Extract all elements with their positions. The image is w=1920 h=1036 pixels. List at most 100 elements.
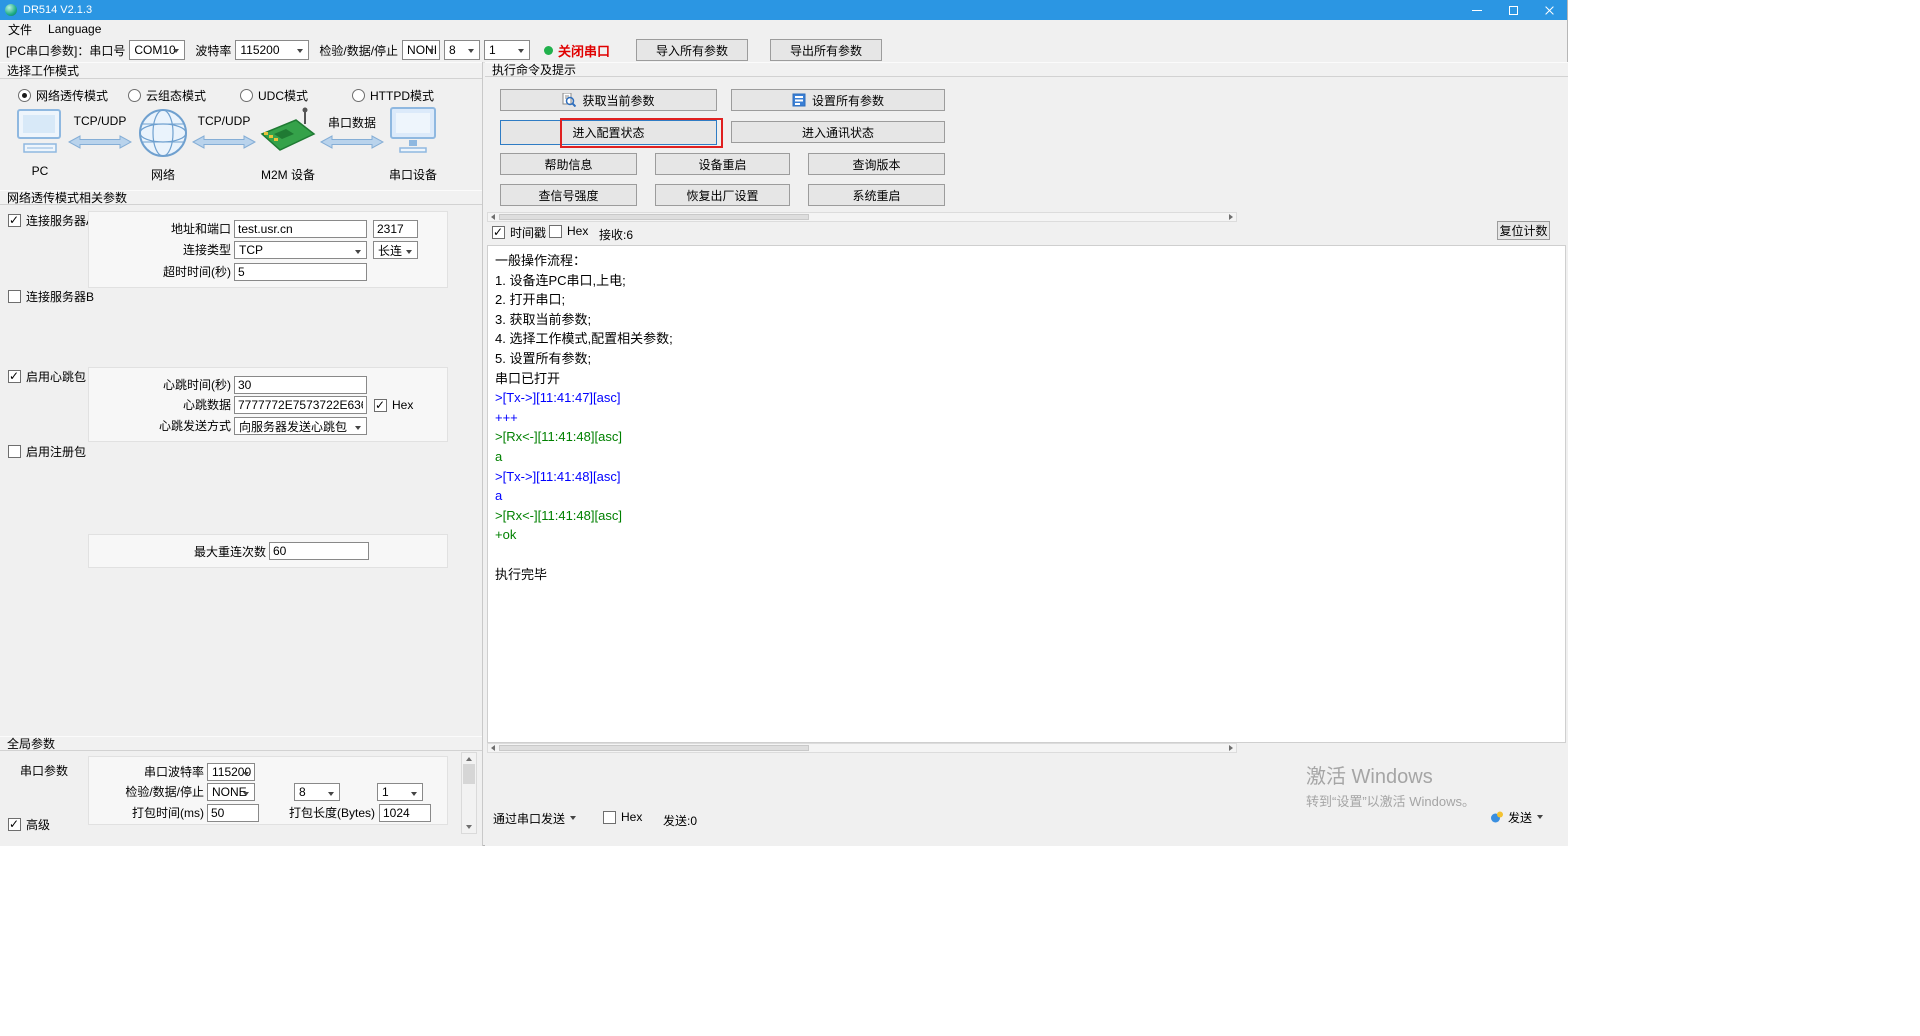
radio-icon[interactable] <box>128 89 141 102</box>
left-panel-scrollbar[interactable] <box>461 752 477 834</box>
checkbox-icon[interactable] <box>8 290 21 303</box>
network-label: 网络 <box>136 166 190 183</box>
timeout-input[interactable] <box>234 263 367 281</box>
log-line: a <box>495 486 1558 506</box>
menu-file[interactable]: 文件 <box>8 21 32 38</box>
g-databits-select[interactable]: 8 <box>294 783 340 801</box>
log-line: 5. 设置所有参数; <box>495 349 1558 369</box>
maximize-button[interactable] <box>1495 0 1531 20</box>
scroll-left-icon[interactable] <box>491 745 495 751</box>
g-baud-select[interactable]: 115200 <box>207 763 255 781</box>
reconnect-input[interactable] <box>269 542 369 560</box>
register-checkbox[interactable]: 启用注册包 <box>8 443 86 460</box>
query-signal-button[interactable]: 查信号强度 <box>500 184 637 206</box>
enter-config-button[interactable]: 进入配置状态 <box>500 120 717 145</box>
databits-select[interactable]: 8 <box>444 40 480 60</box>
send-button[interactable]: 发送 <box>1490 806 1543 828</box>
server-a-checkbox[interactable]: 连接服务器A <box>8 212 94 229</box>
hb-hex-checkbox[interactable]: Hex <box>374 398 413 412</box>
scroll-thumb[interactable] <box>499 745 809 751</box>
get-params-button[interactable]: 获取当前参数 <box>500 89 717 111</box>
windows-activation-watermark: 激活 Windows <box>1306 760 1433 789</box>
mode-radio-cloud[interactable]: 云组态模式 <box>128 87 206 104</box>
checkbox-icon[interactable] <box>549 225 562 238</box>
log-hex-checkbox[interactable]: Hex <box>549 224 588 238</box>
hb-time-input[interactable] <box>234 376 367 394</box>
checkbox-icon[interactable] <box>8 370 21 383</box>
port-open-indicator <box>544 46 553 55</box>
scroll-left-icon[interactable] <box>491 214 495 220</box>
checkbox-icon[interactable] <box>8 445 21 458</box>
mode-radio-httpd[interactable]: HTTPD模式 <box>352 87 434 104</box>
scroll-down-icon[interactable] <box>466 825 472 829</box>
scroll-thumb[interactable] <box>499 214 809 220</box>
radio-icon[interactable] <box>352 89 365 102</box>
import-params-button[interactable]: 导入所有参数 <box>636 39 748 61</box>
params-section-header: 网络透传模式相关参数 <box>0 190 482 205</box>
system-reboot-button[interactable]: 系统重启 <box>808 184 945 206</box>
g-stopbits-select[interactable]: 1 <box>377 783 423 801</box>
pc-icon <box>14 108 66 156</box>
packtime-input[interactable] <box>207 804 259 822</box>
close-button[interactable] <box>1531 0 1567 20</box>
help-button[interactable]: 帮助信息 <box>500 153 637 175</box>
scroll-thumb[interactable] <box>463 764 475 784</box>
send-hex-checkbox[interactable]: Hex <box>603 810 642 824</box>
query-version-button[interactable]: 查询版本 <box>808 153 945 175</box>
log-line: 4. 选择工作模式,配置相关参数; <box>495 329 1558 349</box>
close-port-button[interactable]: 关闭串口 <box>558 41 610 60</box>
chevron-down-icon <box>1537 815 1543 819</box>
timestamp-checkbox[interactable]: 时间戳 <box>492 224 546 241</box>
log-line: >[Rx<-][11:41:48][asc] <box>495 506 1558 526</box>
maximize-icon <box>1509 6 1518 15</box>
checkbox-icon[interactable] <box>8 214 21 227</box>
lower-horizontal-scrollbar[interactable] <box>487 743 1237 753</box>
log-line <box>495 545 1558 565</box>
checkbox-icon[interactable] <box>8 818 21 831</box>
keepalive-select[interactable]: 长连 <box>373 241 418 259</box>
g-parity-select[interactable]: NONE <box>207 783 255 801</box>
scroll-right-icon[interactable] <box>1229 745 1233 751</box>
scroll-right-icon[interactable] <box>1229 214 1233 220</box>
set-params-button[interactable]: 设置所有参数 <box>731 89 945 111</box>
reconnect-fieldbox: 最大重连次数 <box>88 534 448 568</box>
hb-mode-select[interactable]: 向服务器发送心跳包 <box>234 417 367 435</box>
mode-section-header: 选择工作模式 <box>0 62 482 79</box>
log-output[interactable]: 一般操作流程：1. 设备连PC串口,上电;2. 打开串口;3. 获取当前参数;4… <box>487 245 1566 743</box>
log-line: >[Tx->][11:41:48][asc] <box>495 467 1558 487</box>
enter-comm-button[interactable]: 进入通讯状态 <box>731 121 945 143</box>
log-line: a <box>495 447 1558 467</box>
export-params-button[interactable]: 导出所有参数 <box>770 39 882 61</box>
reset-count-button[interactable]: 复位计数 <box>1497 221 1550 240</box>
parity-label: 检验/数据/停止 <box>319 42 398 59</box>
device-reboot-button[interactable]: 设备重启 <box>655 153 790 175</box>
advanced-checkbox[interactable]: 高级 <box>8 816 50 833</box>
conn-type-select[interactable]: TCP <box>234 241 367 259</box>
scroll-up-icon[interactable] <box>466 757 472 761</box>
network-globe-icon <box>136 106 190 160</box>
server-address-input[interactable] <box>234 220 367 238</box>
log-line: 2. 打开串口; <box>495 290 1558 310</box>
menu-language[interactable]: Language <box>48 22 101 36</box>
upper-horizontal-scrollbar[interactable] <box>487 212 1237 222</box>
serial-device-label: 串口设备 <box>376 166 450 183</box>
radio-icon[interactable] <box>240 89 253 102</box>
hb-data-input[interactable] <box>234 396 367 414</box>
server-port-input[interactable] <box>373 220 418 238</box>
heartbeat-checkbox[interactable]: 启用心跳包 <box>8 368 86 385</box>
radio-icon[interactable] <box>18 89 31 102</box>
checkbox-icon[interactable] <box>603 811 616 824</box>
baud-select[interactable]: 115200 <box>235 40 309 60</box>
packlen-input[interactable] <box>379 804 431 822</box>
send-via-dropdown[interactable]: 通过串口发送 <box>493 808 576 828</box>
mode-radio-net[interactable]: 网络透传模式 <box>18 87 108 104</box>
mode-radio-udc[interactable]: UDC模式 <box>240 87 308 104</box>
com-port-select[interactable]: COM10 <box>129 40 185 60</box>
factory-reset-button[interactable]: 恢复出厂设置 <box>655 184 790 206</box>
stopbits-select[interactable]: 1 <box>484 40 530 60</box>
parity-select[interactable]: NONI <box>402 40 440 60</box>
checkbox-icon[interactable] <box>492 226 505 239</box>
checkbox-icon[interactable] <box>374 399 387 412</box>
minimize-button[interactable] <box>1459 0 1495 20</box>
server-b-checkbox[interactable]: 连接服务器B <box>8 288 94 305</box>
